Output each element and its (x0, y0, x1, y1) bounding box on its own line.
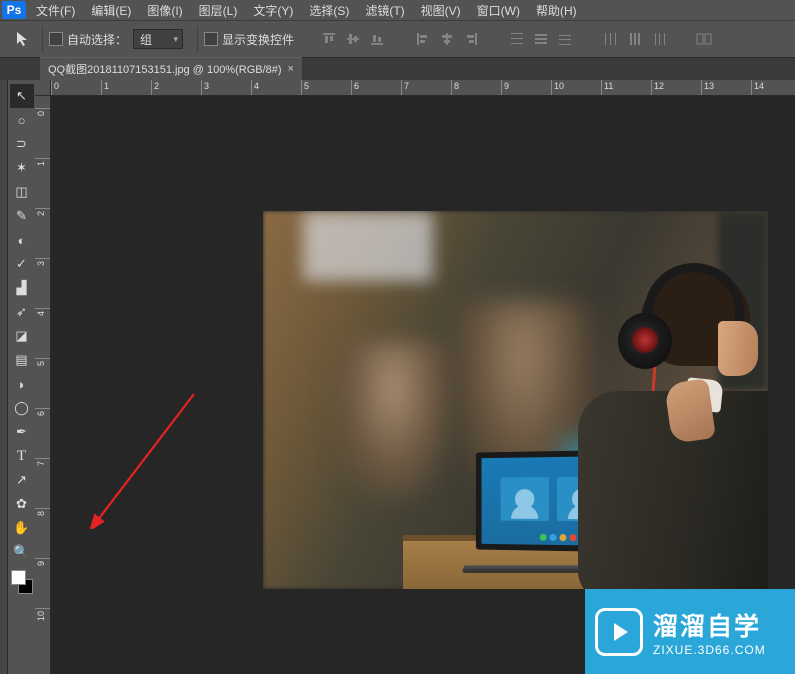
auto-align-icon[interactable] (694, 28, 716, 50)
type-tool[interactable]: T (10, 444, 34, 468)
auto-select-option[interactable]: 自动选择： (49, 31, 127, 48)
healing-brush-tool[interactable]: ◐ (10, 228, 34, 252)
ruler-horizontal[interactable]: 01234567891011121314 (51, 80, 795, 96)
align-group-1 (318, 28, 388, 50)
workspace: ↖○⊃✶◫✎◐✓▟➶◪▤◗◯✒T↗✿✋🔍 0123456789101112131… (0, 80, 795, 674)
canvas-area[interactable] (51, 96, 795, 674)
distribute-bottom-icon[interactable] (554, 28, 576, 50)
watermark-subtitle: ZIXUE.3D66.COM (653, 643, 766, 657)
distribute-hcenter-icon[interactable] (624, 28, 646, 50)
tools-panel: ↖○⊃✶◫✎◐✓▟➶◪▤◗◯✒T↗✿✋🔍 (8, 80, 35, 674)
menu-view[interactable]: 视图(V) (415, 0, 467, 21)
menu-filter[interactable]: 滤镜(T) (359, 0, 410, 21)
auto-select-type-dropdown[interactable]: 组 (133, 29, 183, 49)
color-swatches[interactable] (11, 570, 33, 594)
auto-select-label: 自动选择： (67, 31, 127, 48)
distribute-top-icon[interactable] (506, 28, 528, 50)
lasso-tool[interactable]: ⊃ (10, 132, 34, 156)
ruler-origin[interactable] (35, 80, 51, 96)
pen-tool[interactable]: ✒ (10, 420, 34, 444)
align-right-edges-icon[interactable] (460, 28, 482, 50)
menu-edit[interactable]: 编辑(E) (85, 0, 137, 21)
show-transform-label: 显示变换控件 (222, 31, 294, 48)
blur-tool[interactable]: ◗ (10, 372, 34, 396)
auto-select-checkbox[interactable] (49, 32, 63, 46)
distribute-group-2 (600, 28, 670, 50)
show-transform-checkbox[interactable] (204, 32, 218, 46)
align-hcenter-icon[interactable] (436, 28, 458, 50)
align-vcenter-icon[interactable] (342, 28, 364, 50)
zoom-tool[interactable]: 🔍 (10, 540, 34, 564)
foreground-swatch[interactable] (11, 570, 26, 585)
dodge-tool[interactable]: ◯ (10, 396, 34, 420)
document-tab[interactable]: QQ截图20181107153151.jpg @ 100%(RGB/8#) × (40, 57, 302, 80)
shape-tool[interactable]: ✿ (10, 492, 34, 516)
marquee-ellipse-tool[interactable]: ○ (10, 108, 34, 132)
menu-select[interactable]: 选择(S) (303, 0, 355, 21)
align-group-2 (412, 28, 482, 50)
menu-image[interactable]: 图像(I) (141, 0, 188, 21)
menubar: Ps 文件(F) 编辑(E) 图像(I) 图层(L) 文字(Y) 选择(S) 滤… (0, 0, 795, 20)
menu-window[interactable]: 窗口(W) (471, 0, 526, 21)
crop-tool[interactable]: ◫ (10, 180, 34, 204)
ruler-vertical[interactable]: 012345678910 (35, 96, 51, 674)
distribute-vcenter-icon[interactable] (530, 28, 552, 50)
canvas-wrap: 01234567891011121314 012345678910 (35, 80, 795, 674)
magic-wand-tool[interactable]: ✶ (10, 156, 34, 180)
watermark-play-icon (595, 608, 643, 656)
eyedropper-tool[interactable]: ✎ (10, 204, 34, 228)
align-left-edges-icon[interactable] (412, 28, 434, 50)
options-bar: 自动选择： 组 显示变换控件 (0, 20, 795, 58)
gradient-tool[interactable]: ▤ (10, 348, 34, 372)
watermark-badge: 溜溜自学 ZIXUE.3D66.COM (585, 589, 795, 674)
brush-tool[interactable]: ✓ (10, 252, 34, 276)
annotation-arrow-icon (89, 389, 199, 529)
align-bottom-edges-icon[interactable] (366, 28, 388, 50)
watermark-title: 溜溜自学 (653, 607, 766, 643)
toolbar-handle[interactable] (0, 80, 8, 674)
align-top-edges-icon[interactable] (318, 28, 340, 50)
move-tool[interactable]: ↖ (10, 84, 34, 108)
close-tab-icon[interactable]: × (288, 63, 294, 75)
menu-layer[interactable]: 图层(L) (193, 0, 244, 21)
menu-type[interactable]: 文字(Y) (247, 0, 299, 21)
app-logo: Ps (2, 1, 26, 19)
tool-preset-icon[interactable] (10, 28, 36, 50)
distribute-group-1 (506, 28, 576, 50)
document-image (263, 211, 768, 589)
menu-file[interactable]: 文件(F) (30, 0, 81, 21)
hand-tool[interactable]: ✋ (10, 516, 34, 540)
document-tab-title: QQ截图20181107153151.jpg @ 100%(RGB/8#) (48, 61, 282, 77)
path-selection-tool[interactable]: ↗ (10, 468, 34, 492)
auto-align-group (694, 28, 716, 50)
distribute-right-icon[interactable] (648, 28, 670, 50)
distribute-left-icon[interactable] (600, 28, 622, 50)
eraser-tool[interactable]: ◪ (10, 324, 34, 348)
document-tab-bar: QQ截图20181107153151.jpg @ 100%(RGB/8#) × (0, 58, 795, 80)
show-transform-option[interactable]: 显示变换控件 (204, 31, 294, 48)
clone-stamp-tool[interactable]: ▟ (10, 276, 34, 300)
history-brush-tool[interactable]: ➶ (10, 300, 34, 324)
menu-help[interactable]: 帮助(H) (530, 0, 583, 21)
